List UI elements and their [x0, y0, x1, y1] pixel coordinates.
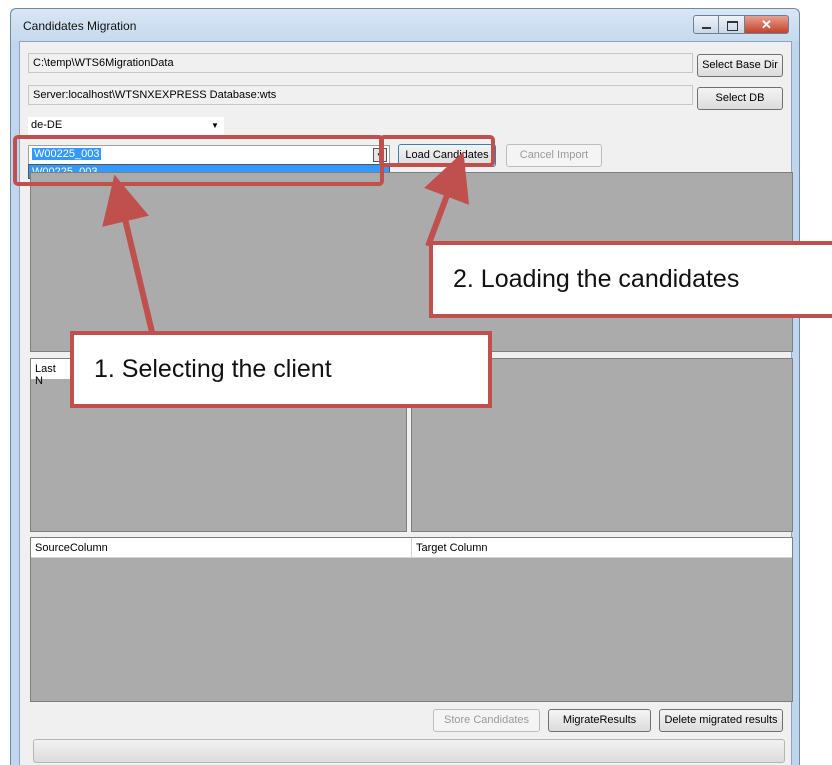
- callout-step2-text: 2. Loading the candidates: [453, 265, 740, 293]
- arrow-to-load-button: [424, 151, 470, 248]
- callout-loading-candidates: 2. Loading the candidates: [429, 241, 832, 318]
- callout-step1-text: 1. Selecting the client: [94, 355, 332, 383]
- arrow-to-client-select: [102, 174, 155, 333]
- callout-selecting-client: 1. Selecting the client: [70, 331, 492, 408]
